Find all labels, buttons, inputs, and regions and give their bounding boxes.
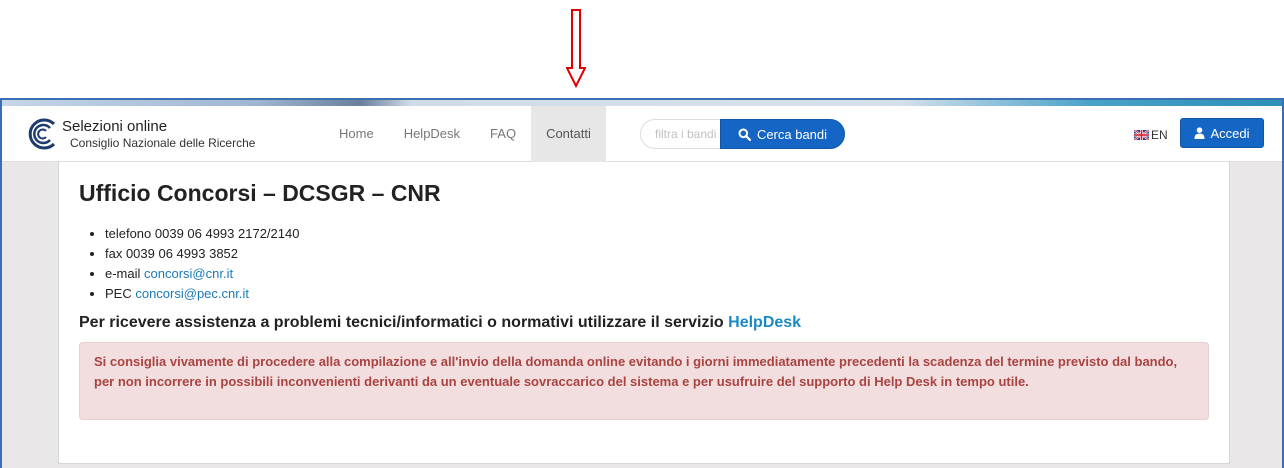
- contact-item-fax: fax 0039 06 4993 3852: [105, 244, 299, 264]
- login-button-label: Accedi: [1210, 125, 1250, 141]
- search-group: Cerca bandi: [640, 119, 846, 149]
- assistance-text: Per ricevere assistenza a problemi tecni…: [79, 314, 801, 332]
- contact-item-phone: telefono 0039 06 4993 2172/2140: [105, 224, 299, 244]
- search-icon: [738, 128, 751, 141]
- nav-item-home[interactable]: Home: [324, 106, 389, 162]
- annotation-arrow-icon: [566, 9, 586, 88]
- contact-item-pec: PEC concorsi@pec.cnr.it: [105, 284, 299, 304]
- assistance-label: Per ricevere assistenza a problemi tecni…: [79, 314, 729, 331]
- navbar: Selezioni online Consiglio Nazionale del…: [2, 106, 1282, 162]
- contact-pec-label: PEC: [105, 286, 136, 301]
- login-button[interactable]: Accedi: [1180, 118, 1264, 148]
- main-nav: Home HelpDesk FAQ Contatti: [324, 106, 606, 162]
- nav-item-faq[interactable]: FAQ: [475, 106, 531, 162]
- browser-viewport: Selezioni online Consiglio Nazionale del…: [0, 98, 1284, 468]
- search-button-label: Cerca bandi: [756, 126, 828, 142]
- cnr-logo-icon: [28, 118, 56, 150]
- brand-subtitle: Consiglio Nazionale delle Ricerche: [70, 136, 256, 150]
- language-switch[interactable]: EN: [1134, 128, 1168, 142]
- language-label: EN: [1151, 128, 1168, 142]
- search-input[interactable]: [640, 119, 722, 149]
- contact-list: telefono 0039 06 4993 2172/2140 fax 0039…: [105, 224, 299, 304]
- contact-phone-text: telefono 0039 06 4993 2172/2140: [105, 226, 300, 241]
- nav-item-helpdesk[interactable]: HelpDesk: [389, 106, 475, 162]
- page-title: Ufficio Concorsi – DCSGR – CNR: [79, 180, 441, 206]
- nav-item-contatti[interactable]: Contatti: [531, 106, 606, 162]
- main-content: Ufficio Concorsi – DCSGR – CNR telefono …: [58, 162, 1230, 464]
- cnr-logo[interactable]: Selezioni online Consiglio Nazionale del…: [24, 116, 264, 152]
- contact-fax-text: fax 0039 06 4993 3852: [105, 246, 239, 261]
- warning-alert: Si consiglia vivamente di procedere alla…: [79, 342, 1209, 420]
- uk-flag-icon: [1134, 130, 1149, 140]
- helpdesk-link[interactable]: HelpDesk: [728, 314, 801, 331]
- contact-email-label: e-mail: [105, 266, 145, 281]
- search-button[interactable]: Cerca bandi: [720, 119, 845, 149]
- contact-item-email: e-mail concorsi@cnr.it: [105, 264, 299, 284]
- email-link[interactable]: concorsi@cnr.it: [144, 266, 233, 281]
- brand-title: Selezioni online: [62, 118, 168, 135]
- user-icon: [1194, 127, 1205, 139]
- pec-link[interactable]: concorsi@pec.cnr.it: [135, 286, 249, 301]
